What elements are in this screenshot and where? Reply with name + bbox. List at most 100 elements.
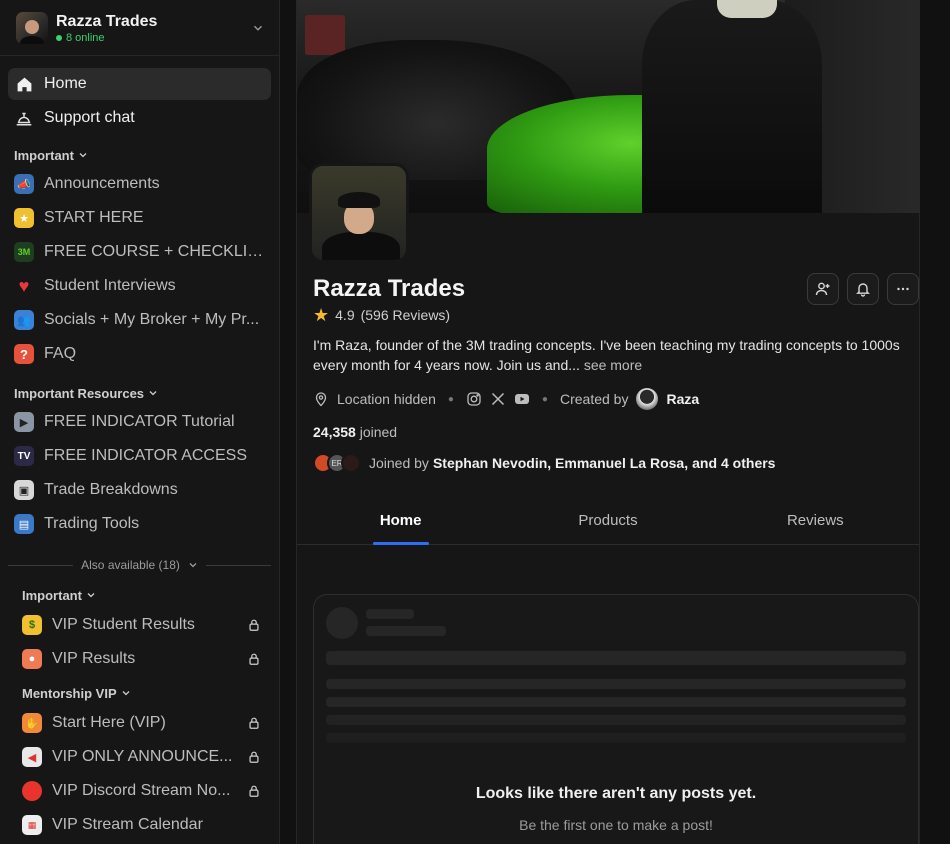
home-icon <box>14 74 34 94</box>
nav-home-label: Home <box>44 75 87 92</box>
notifications-button[interactable] <box>847 273 879 305</box>
channel-trade-breakdowns[interactable]: ▣ Trade Breakdowns <box>8 474 271 506</box>
divider <box>8 564 74 566</box>
tab-home[interactable]: Home <box>297 497 504 544</box>
joined-by-and: and <box>692 455 717 471</box>
joined-by-label: Joined by <box>369 455 429 471</box>
channel-vip-results[interactable]: ● VIP Results <box>16 642 271 676</box>
channel-free-course[interactable]: 3M FREE COURSE + CHECKLIST <box>8 236 271 268</box>
workspace-name: Razza Trades <box>56 12 158 30</box>
chevron-down-icon <box>122 691 130 696</box>
question-icon: ? <box>14 344 34 364</box>
lock-icon <box>249 785 259 797</box>
tradingview-icon: TV <box>14 446 34 466</box>
section-important[interactable]: Important <box>0 142 279 168</box>
loudspeaker-icon: ◀ <box>22 747 42 767</box>
channel-vip-student-results[interactable]: $ VIP Student Results <box>16 608 271 642</box>
nav-support-chat[interactable]: Support chat <box>8 102 271 134</box>
more-horizontal-icon <box>897 287 909 291</box>
see-more-link[interactable]: see more <box>584 357 642 373</box>
channel-label: START HERE <box>44 209 144 226</box>
lock-icon <box>249 717 259 729</box>
member-avatar <box>341 453 361 473</box>
skeleton-line <box>326 651 906 665</box>
joined-by-row[interactable]: ER Joined by Stephan Nevodin, Emmanuel L… <box>313 452 775 474</box>
channel-vip-stream-calendar[interactable]: ▦ VIP Stream Calendar <box>16 808 271 842</box>
member-avatars: ER <box>313 453 361 473</box>
3m-logo-icon: 3M <box>14 242 34 262</box>
speech-bubble-icon: ● <box>22 649 42 669</box>
joined-by-names: Stephan Nevodin, Emmanuel La Rosa, <box>432 455 689 471</box>
youtube-icon[interactable] <box>514 391 530 407</box>
books-icon: ▤ <box>14 514 34 534</box>
empty-state-subtitle: Be the first one to make a post! <box>519 817 713 833</box>
lock-icon <box>249 653 259 665</box>
nav-support-label: Support chat <box>44 109 135 126</box>
channel-label: Start Here (VIP) <box>52 714 166 731</box>
heart-icon: ♥ <box>18 275 30 296</box>
joined-number: 24,358 <box>313 424 356 440</box>
channel-start-here[interactable]: ★ START HERE <box>8 202 271 234</box>
lock-icon <box>249 751 259 763</box>
dot-separator: ● <box>447 393 454 405</box>
lock-icon <box>249 619 259 631</box>
section-important-resources[interactable]: Important Resources <box>0 380 279 406</box>
tab-reviews[interactable]: Reviews <box>712 497 919 544</box>
section-mentorship-vip[interactable]: Mentorship VIP <box>0 680 279 706</box>
channel-socials[interactable]: 👥 Socials + My Broker + My Pr... <box>8 304 271 336</box>
channel-label: FREE COURSE + CHECKLIST <box>44 243 265 260</box>
add-user-icon <box>815 282 830 296</box>
channel-trading-tools[interactable]: ▤ Trading Tools <box>8 508 271 540</box>
channel-label: VIP ONLY ANNOUNCE... <box>52 748 233 765</box>
video-camera-icon: ▶ <box>14 412 34 432</box>
also-available-toggle[interactable]: Also available (18) <box>0 550 279 580</box>
also-available-label: Also available (18) <box>81 558 180 572</box>
channel-label: VIP Results <box>52 650 136 667</box>
x-icon[interactable] <box>490 391 506 407</box>
online-status: 8 online <box>56 32 251 44</box>
channel-vip-discord-stream[interactable]: VIP Discord Stream No... <box>16 774 271 808</box>
rating-value: 4.9 <box>335 307 355 323</box>
channel-announcements[interactable]: 📣 Announcements <box>8 168 271 200</box>
nav-home[interactable]: Home <box>8 68 271 100</box>
channel-start-here-vip[interactable]: ✋ Start Here (VIP) <box>16 706 271 740</box>
rating[interactable]: ★ 4.9 (596 Reviews) <box>313 305 450 325</box>
section-resources-title: Important Resources <box>14 385 145 401</box>
avatar-body <box>322 232 400 260</box>
channel-label: Student Interviews <box>44 277 176 294</box>
chevron-down-icon <box>87 593 95 598</box>
workspace-switcher[interactable]: Razza Trades 8 online <box>0 0 279 56</box>
section-locked-important[interactable]: Important <box>0 582 279 608</box>
banner-person <box>642 0 822 213</box>
community-tabs: Home Products Reviews <box>297 497 919 545</box>
chevron-down-icon <box>254 25 262 31</box>
invite-button[interactable] <box>807 273 839 305</box>
channel-label: VIP Student Results <box>52 616 195 633</box>
channel-indicator-access[interactable]: TV FREE INDICATOR ACCESS <box>8 440 271 472</box>
channel-vip-announcements[interactable]: ◀ VIP ONLY ANNOUNCE... <box>16 740 271 774</box>
instagram-icon[interactable] <box>466 391 482 407</box>
workspace-text: Razza Trades 8 online <box>56 12 251 44</box>
film-icon: ▣ <box>14 480 34 500</box>
star-icon: ★ <box>313 305 330 325</box>
people-icon: 👥 <box>14 310 34 330</box>
community-title: Razza Trades <box>313 275 466 302</box>
more-options-button[interactable] <box>887 273 919 305</box>
dot-separator: ● <box>541 393 548 405</box>
tab-products[interactable]: Products <box>504 497 711 544</box>
created-by-label: Created by <box>559 391 629 407</box>
section-important-title: Important <box>14 147 74 163</box>
money-face-icon: $ <box>22 615 42 635</box>
channel-faq[interactable]: ? FAQ <box>8 338 271 370</box>
online-dot-icon <box>56 34 62 41</box>
channel-student-interviews[interactable]: ♥ Student Interviews <box>8 270 271 302</box>
meta-row: Location hidden ● ● Created by Raza <box>313 388 699 410</box>
creator-name[interactable]: Raza <box>666 391 699 407</box>
creator-avatar[interactable] <box>636 388 659 410</box>
channel-label: FAQ <box>44 345 77 362</box>
skeleton-fade <box>314 705 918 765</box>
community-description: I'm Raza, founder of the 3M trading conc… <box>313 335 913 375</box>
bell-icon <box>856 283 870 297</box>
channel-indicator-tutorial[interactable]: ▶ FREE INDICATOR Tutorial <box>8 406 271 438</box>
